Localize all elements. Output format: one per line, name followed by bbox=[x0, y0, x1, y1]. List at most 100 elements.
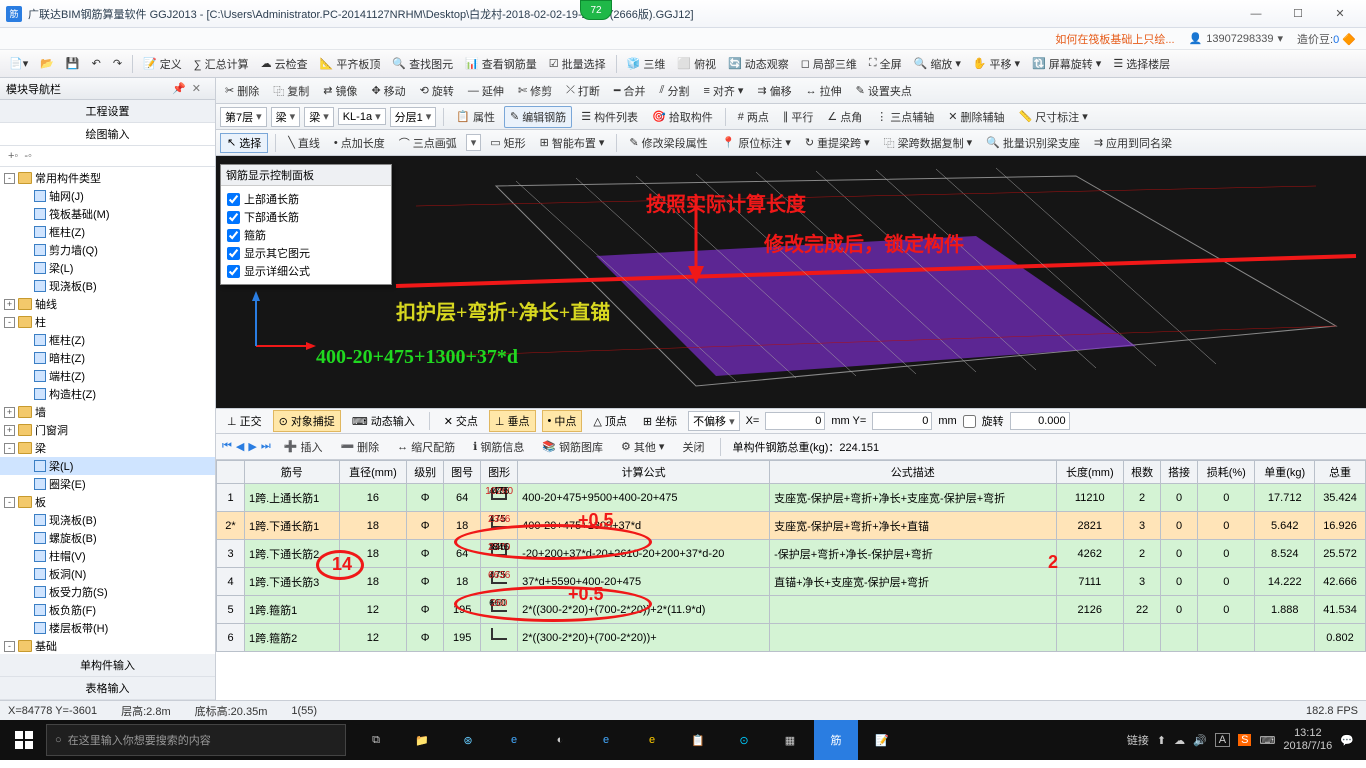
panel-check[interactable]: 箍筋 bbox=[227, 226, 385, 244]
tree-leaf[interactable]: 柱帽(V) bbox=[0, 547, 215, 565]
osnap-toggle[interactable]: ⊙ 对象捕捉 bbox=[273, 410, 341, 432]
tree-leaf[interactable]: 现浇板(B) bbox=[0, 277, 215, 295]
three-point-aux-button[interactable]: ⋮ 三点辅轴 bbox=[871, 107, 939, 127]
insert-row-button[interactable]: ➕ 插入 bbox=[279, 437, 328, 457]
parallel-button[interactable]: ∥ 平行 bbox=[778, 107, 819, 127]
arc-combo[interactable]: ▾ bbox=[466, 134, 482, 151]
col-header[interactable]: 图号 bbox=[444, 461, 481, 484]
tree-leaf[interactable]: 板洞(N) bbox=[0, 565, 215, 583]
expand-all-icon[interactable]: +◦ bbox=[8, 150, 18, 162]
rotate-check[interactable] bbox=[963, 415, 976, 428]
rotate-input[interactable] bbox=[1010, 412, 1070, 430]
copy-button[interactable]: ⿻ 复制 bbox=[268, 81, 314, 101]
tree-leaf[interactable]: 框柱(Z) bbox=[0, 331, 215, 349]
sum-button[interactable]: ∑ 汇总计算 bbox=[189, 54, 254, 74]
tree-leaf[interactable]: 剪力墙(Q) bbox=[0, 241, 215, 259]
minimize-button[interactable]: — bbox=[1236, 4, 1276, 24]
col-header[interactable]: 计算公式 bbox=[518, 461, 770, 484]
offset-mode-combo[interactable]: 不偏移 ▾ bbox=[688, 411, 740, 431]
rebar-grid[interactable]: 筋号直径(mm)级别图号图形计算公式公式描述长度(mm)根数搭接损耗(%)单重(… bbox=[216, 460, 1366, 700]
top-view-button[interactable]: ⬜ 俯视 bbox=[672, 54, 721, 74]
mirror-button[interactable]: ⇄ 镜像 bbox=[318, 81, 362, 101]
col-header[interactable]: 公式描述 bbox=[770, 461, 1056, 484]
tray-icon-a[interactable]: A bbox=[1215, 733, 1230, 747]
cloud-check-button[interactable]: ☁ 云检查 bbox=[256, 54, 313, 74]
tab-proj-settings[interactable]: 工程设置 bbox=[0, 100, 215, 123]
tree-node[interactable]: +墙 bbox=[0, 403, 215, 421]
tray-icon-3[interactable]: 🔊 bbox=[1193, 734, 1207, 747]
panel-check[interactable]: 显示详细公式 bbox=[227, 262, 385, 280]
app-icon-2[interactable]: ⊛ bbox=[446, 720, 490, 760]
delete-button[interactable]: ✂ 删除 bbox=[220, 81, 264, 101]
view-rebar-button[interactable]: 📊 查看钢筋量 bbox=[460, 54, 542, 74]
screen-rotate-button[interactable]: 🔃 屏幕旋转 ▾ bbox=[1027, 54, 1106, 74]
offset-button[interactable]: ⇉ 偏移 bbox=[752, 81, 796, 101]
stretch-button[interactable]: ↔ 拉伸 bbox=[801, 81, 847, 101]
scale-button[interactable]: ↔ 缩尺配筋 bbox=[392, 437, 460, 457]
app-icon-6[interactable]: ⊙ bbox=[722, 720, 766, 760]
other-button[interactable]: ⚙ 其他 ▾ bbox=[616, 437, 669, 457]
app-icon-8[interactable]: 📝 bbox=[860, 720, 904, 760]
app-icon-4[interactable]: e bbox=[584, 720, 628, 760]
col-header[interactable]: 总重 bbox=[1315, 461, 1366, 484]
flat-top-button[interactable]: 📐 平齐板顶 bbox=[315, 54, 386, 74]
tree-node[interactable]: -柱 bbox=[0, 313, 215, 331]
dyn-input-toggle[interactable]: ⌨ 动态输入 bbox=[347, 411, 420, 431]
hot-link[interactable]: 如何在筏板基础上只绘... bbox=[1055, 31, 1174, 47]
del-aux-button[interactable]: ✕ 删除辅轴 bbox=[943, 107, 1009, 127]
component-tree[interactable]: -常用构件类型轴网(J)筏板基础(M)框柱(Z)剪力墙(Q)梁(L)现浇板(B)… bbox=[0, 167, 215, 654]
two-point-button[interactable]: # 两点 bbox=[733, 107, 774, 127]
select-tool[interactable]: ↖ 选择 bbox=[220, 133, 268, 153]
snap-mid[interactable]: • 中点 bbox=[542, 410, 583, 432]
tab-draw-input[interactable]: 绘图输入 bbox=[0, 123, 215, 146]
batch-select-button[interactable]: ☑ 批量选择 bbox=[544, 54, 611, 74]
respan-button[interactable]: ↻ 重提梁跨 ▾ bbox=[800, 133, 875, 153]
x-input[interactable] bbox=[765, 412, 825, 430]
3d-button[interactable]: 🧊 三维 bbox=[622, 54, 671, 74]
pan-button[interactable]: ✋ 平移 ▾ bbox=[968, 54, 1025, 74]
tree-leaf[interactable]: 端柱(Z) bbox=[0, 367, 215, 385]
tree-leaf[interactable]: 板受力筋(S) bbox=[0, 583, 215, 601]
undo-button[interactable]: ↶ bbox=[87, 55, 106, 72]
rebar-lib-button[interactable]: 📚 钢筋图库 bbox=[537, 437, 608, 457]
col-header[interactable]: 单重(kg) bbox=[1255, 461, 1315, 484]
tree-node[interactable]: -常用构件类型 bbox=[0, 169, 215, 187]
rebar-info-button[interactable]: ℹ 钢筋信息 bbox=[468, 437, 529, 457]
maximize-button[interactable]: ☐ bbox=[1278, 4, 1318, 24]
app-icon-active[interactable]: 筋 bbox=[814, 720, 858, 760]
viewport-3d[interactable]: 钢筋显示控制面板 上部通长筋 下部通长筋 箍筋 显示其它图元 显示详细公式 按照… bbox=[216, 156, 1366, 408]
tab-table-input[interactable]: 表格输入 bbox=[0, 677, 215, 700]
tree-node[interactable]: +轴线 bbox=[0, 295, 215, 313]
batch-recog-button[interactable]: 🔍 批量识别梁支座 bbox=[981, 133, 1085, 153]
app-icon-5[interactable]: 📋 bbox=[676, 720, 720, 760]
align-button[interactable]: ≡ 对齐 ▾ bbox=[698, 81, 748, 101]
break-button[interactable]: ⤫ 打断 bbox=[561, 81, 605, 101]
split-button[interactable]: ⫽ 分割 bbox=[655, 81, 695, 101]
pick-comp-button[interactable]: 🎯 拾取构件 bbox=[647, 107, 718, 127]
tree-leaf[interactable]: 板负筋(F) bbox=[0, 601, 215, 619]
move-button[interactable]: ✥ 移动 bbox=[366, 81, 410, 101]
rect-tool[interactable]: ▭ 矩形 bbox=[485, 133, 530, 153]
snap-coord[interactable]: ⊞ 坐标 bbox=[638, 411, 682, 431]
user-info[interactable]: 👤 13907298339 ▾ bbox=[1189, 32, 1284, 45]
tab-single-input[interactable]: 单构件输入 bbox=[0, 654, 215, 677]
category-combo[interactable]: 梁▾ bbox=[271, 107, 301, 127]
app-icon-3[interactable]: ◐ bbox=[538, 720, 582, 760]
bean-count[interactable]: 造价豆:0 🔶 bbox=[1297, 31, 1356, 47]
table-row[interactable]: 61跨.箍筋212Φ1952*((300-2*20)+(700-2*20))+0… bbox=[217, 624, 1366, 652]
line-tool[interactable]: ╲ 直线 bbox=[283, 133, 325, 153]
table-row[interactable]: 2*1跨.下通长筋118Φ184752346400-20+475+1300+37… bbox=[217, 512, 1366, 540]
search-box[interactable]: ○ 在这里输入你想要搜索的内容 bbox=[46, 724, 346, 756]
tree-leaf[interactable]: 筏板基础(M) bbox=[0, 205, 215, 223]
nav-buttons[interactable]: ⏮◀▶⏭ bbox=[222, 440, 271, 453]
tree-leaf[interactable]: 楼层板带(H) bbox=[0, 619, 215, 637]
app-icon-1[interactable]: 📁 bbox=[400, 720, 444, 760]
close-panel-icon[interactable]: ✕ bbox=[192, 82, 201, 95]
open-button[interactable]: 📂 bbox=[35, 55, 59, 72]
score-badge[interactable]: 72 bbox=[580, 0, 612, 20]
col-header[interactable]: 长度(mm) bbox=[1056, 461, 1124, 484]
edit-rebar-button[interactable]: ✎ 编辑钢筋 bbox=[504, 106, 572, 128]
tree-leaf[interactable]: 螺旋板(B) bbox=[0, 529, 215, 547]
tray-icon-lang[interactable]: ⌨ bbox=[1259, 734, 1275, 747]
ie-icon[interactable]: e bbox=[630, 720, 674, 760]
